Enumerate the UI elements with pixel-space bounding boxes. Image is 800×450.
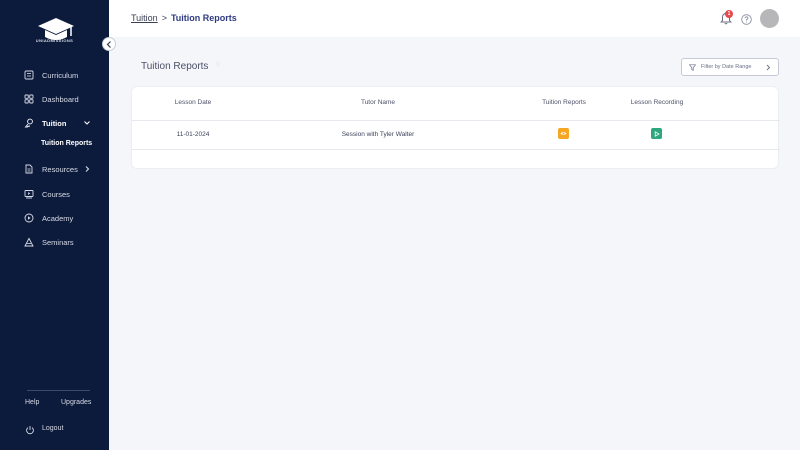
cell-tutor-name: Session with Tyler Walter	[341, 131, 415, 138]
sidebar-item-label: Dashboard	[42, 95, 79, 104]
chevron-down-icon	[84, 121, 90, 125]
courses-icon	[24, 190, 34, 199]
upgrades-link[interactable]: Upgrades	[61, 399, 91, 406]
sidebar-item-resources[interactable]: Resources	[0, 160, 109, 178]
view-report-button[interactable]	[558, 128, 569, 139]
tuition-reports-table: Lesson Date Tutor Name Tuition Reports L…	[131, 86, 780, 169]
column-header-lesson-recording: Lesson Recording	[630, 99, 684, 106]
sidebar-item-academy[interactable]: Academy	[0, 209, 109, 227]
play-recording-button[interactable]	[651, 128, 662, 139]
column-header-lesson-date: Lesson Date	[174, 99, 212, 106]
logo-text: UNIADMISSIONS	[35, 38, 74, 43]
column-header-tuition-reports: Tuition Reports	[542, 99, 586, 106]
dashboard-icon	[24, 94, 34, 104]
filter-by-date-range-button[interactable]: Filter by Date Range	[681, 58, 779, 76]
sidebar-item-tuition[interactable]: Tuition	[0, 114, 109, 132]
collapse-sidebar-button[interactable]	[102, 37, 116, 51]
page-title: Tuition Reports	[141, 61, 209, 72]
sidebar-item-label: Tuition	[42, 119, 67, 128]
sidebar-item-label: Curriculum	[42, 71, 79, 80]
sidebar-item-label: Resources	[42, 165, 78, 174]
sidebar-subitem-tuition-reports[interactable]: Tuition Reports	[41, 140, 92, 147]
sidebar-item-curriculum[interactable]: Curriculum	[0, 66, 109, 84]
sidebar-item-label: Seminars	[42, 238, 74, 247]
table-row-divider	[132, 149, 780, 150]
breadcrumb-separator: >	[161, 13, 167, 23]
help-link[interactable]: Help	[25, 399, 39, 406]
notification-badge: 1	[725, 10, 733, 18]
sidebar-item-dashboard[interactable]: Dashboard	[0, 90, 109, 108]
star-icon[interactable]: ☆	[215, 60, 221, 68]
tuition-icon	[24, 118, 33, 128]
breadcrumb: Tuition > Tuition Reports	[131, 13, 237, 23]
column-header-tutor-name: Tutor Name	[360, 99, 396, 106]
sidebar: UNIADMISSIONS Curriculum Dashboard Tuiti…	[0, 0, 116, 450]
sidebar-item-label: Academy	[42, 214, 74, 223]
chevron-left-icon	[106, 40, 111, 48]
logout-button[interactable]: Logout	[0, 424, 109, 438]
filter-label: Filter by Date Range	[701, 64, 752, 70]
breadcrumb-current: Tuition Reports	[170, 13, 237, 23]
top-header: Tuition > Tuition Reports 1	[109, 0, 800, 37]
table-divider	[132, 120, 780, 121]
sidebar-item-label: Courses	[42, 190, 70, 199]
eye-icon	[560, 132, 567, 135]
sidebar-item-courses[interactable]: Courses	[0, 185, 109, 203]
play-icon	[654, 130, 660, 137]
academy-icon	[24, 213, 34, 223]
resources-icon	[25, 164, 33, 174]
power-icon	[26, 426, 34, 435]
chevron-right-icon	[85, 166, 90, 172]
seminars-icon	[24, 237, 34, 247]
avatar[interactable]	[760, 9, 779, 28]
curriculum-icon	[24, 70, 34, 80]
logout-label: Logout	[42, 425, 64, 432]
cell-lesson-date: 11-01-2024	[176, 131, 210, 138]
sidebar-item-seminars[interactable]: Seminars	[0, 233, 109, 251]
sidebar-divider	[27, 390, 90, 391]
chevron-right-icon	[766, 64, 771, 71]
breadcrumb-tuition-link[interactable]: Tuition	[131, 13, 158, 23]
help-icon[interactable]	[741, 14, 752, 25]
filter-icon	[689, 64, 696, 71]
